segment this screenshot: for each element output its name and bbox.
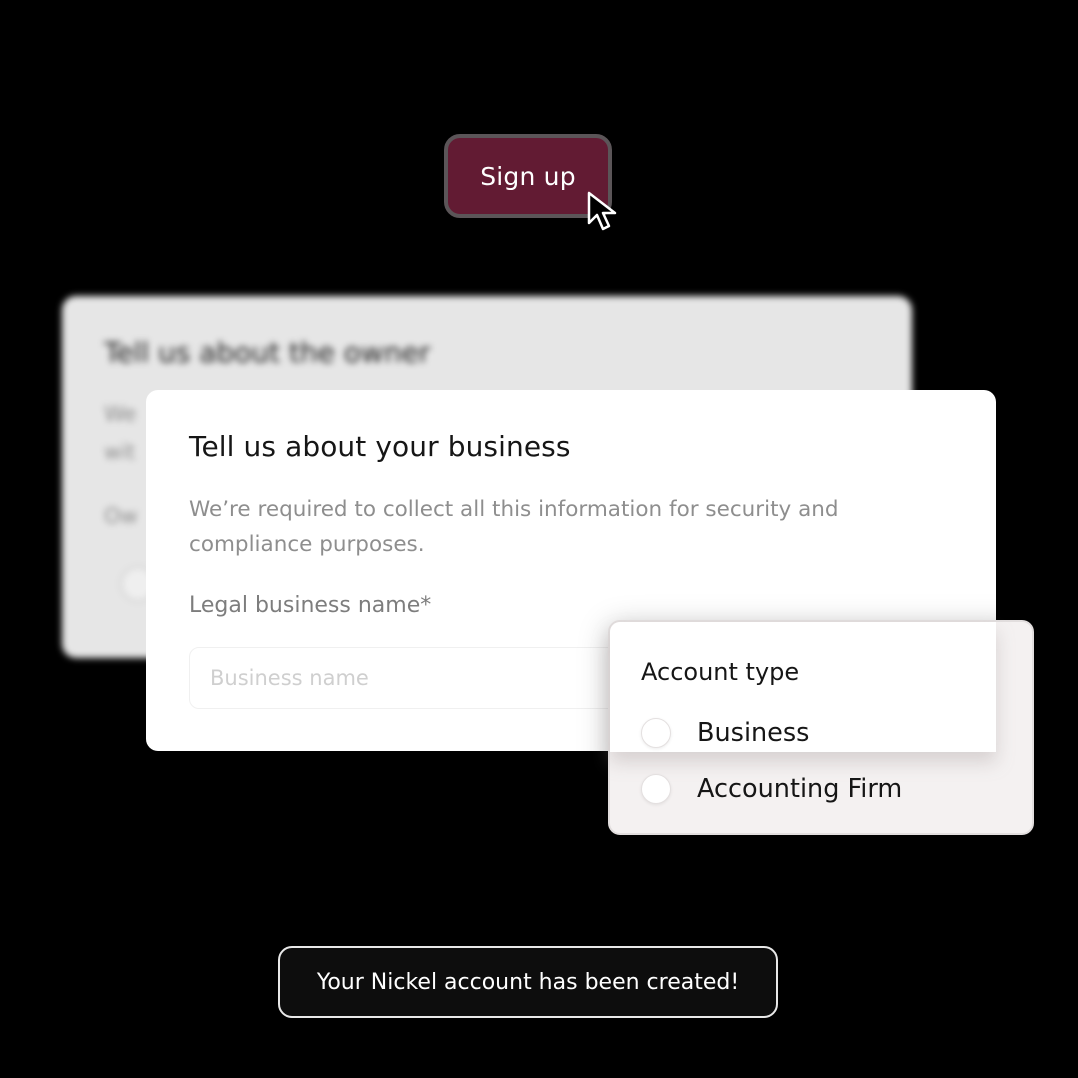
business-card-description: We’re required to collect all this infor… — [189, 497, 839, 557]
account-type-title: Account type — [641, 658, 800, 686]
business-card-title: Tell us about your business — [189, 430, 571, 463]
legal-business-name-label: Legal business name* — [189, 593, 432, 618]
success-toast-message: Your Nickel account has been created! — [316, 969, 740, 995]
owner-card-title: Tell us about the owner — [104, 336, 431, 369]
account-type-option-business[interactable]: Business — [641, 716, 809, 750]
account-type-option-label: Business — [697, 718, 810, 748]
radio-button-accounting-firm[interactable] — [641, 774, 671, 804]
account-type-option-label: Accounting Firm — [697, 774, 903, 804]
radio-button-business[interactable] — [641, 718, 671, 748]
stage: Sign up Tell us about the owner We wit O… — [0, 0, 1078, 1078]
owner-card-line-3: Ow — [104, 504, 138, 528]
account-type-option-accounting-firm[interactable]: Accounting Firm — [641, 772, 902, 806]
owner-card-line-1: We — [104, 402, 137, 426]
sign-up-label: Sign up — [480, 161, 576, 191]
success-toast: Your Nickel account has been created! — [278, 946, 778, 1018]
account-type-card: Account type Business Accounting Firm — [608, 620, 1034, 835]
owner-card-line-2: wit — [104, 440, 136, 464]
cursor-arrow-icon — [587, 191, 617, 231]
